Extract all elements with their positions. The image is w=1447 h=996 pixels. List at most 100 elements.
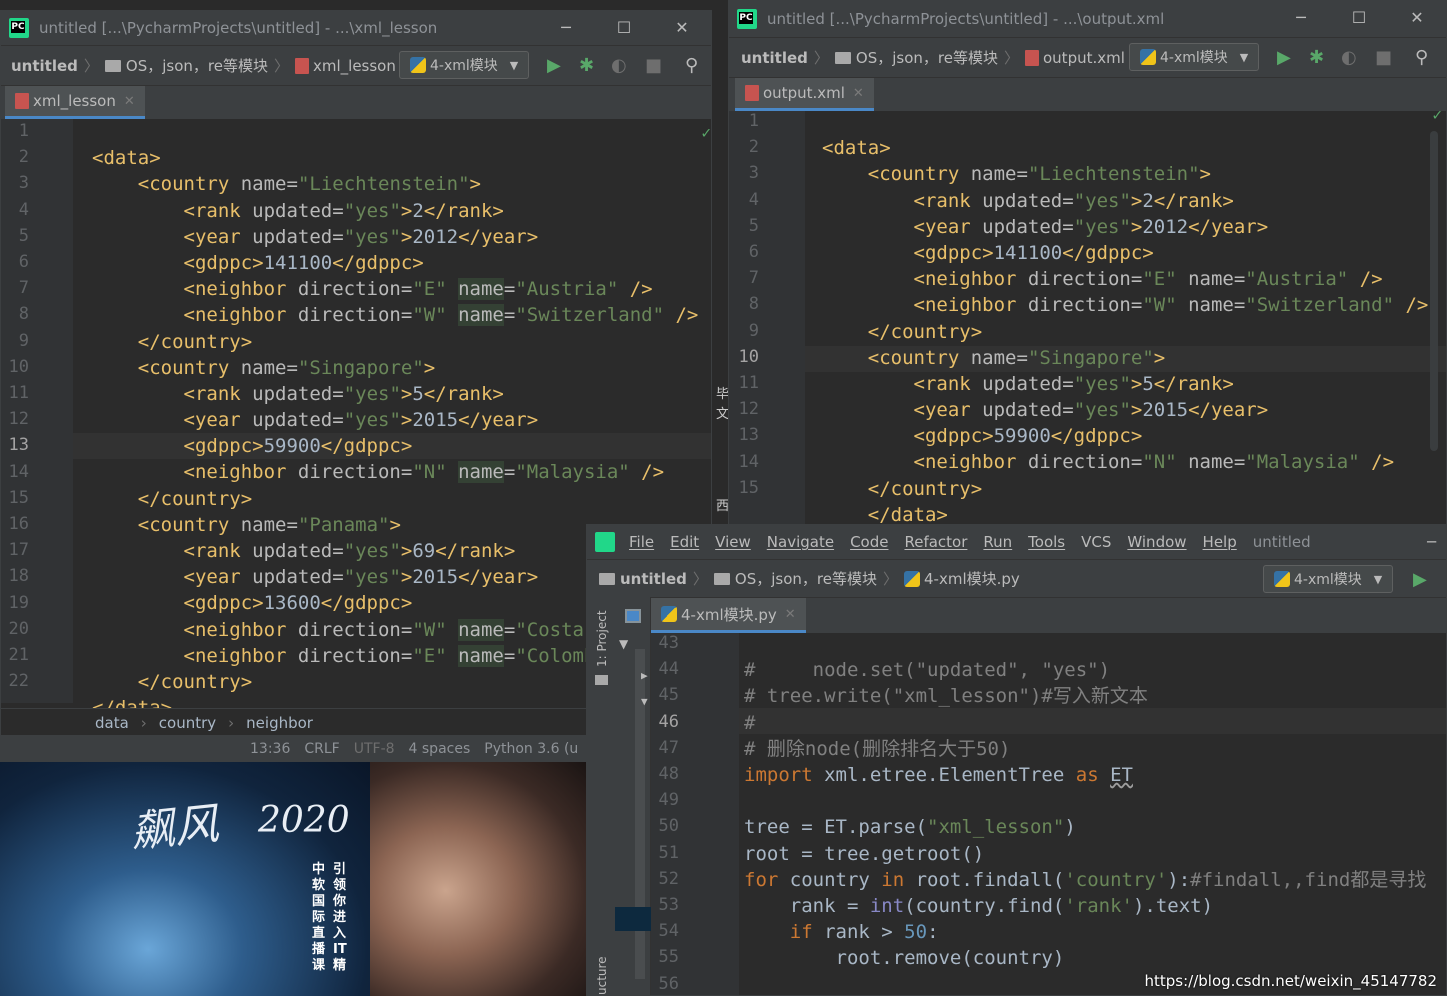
chevron-down-icon: ▼ bbox=[509, 58, 519, 72]
status-caret-position[interactable]: 13:36 bbox=[250, 741, 290, 757]
close-button[interactable]: ✕ bbox=[653, 11, 711, 45]
coverage-icon[interactable]: ◐ bbox=[611, 55, 627, 76]
run-icon[interactable]: ▶ bbox=[547, 55, 561, 76]
nav-folder[interactable]: OS，json，re等模块 bbox=[126, 55, 268, 76]
breadcrumb-data[interactable]: data bbox=[95, 714, 129, 732]
project-view-icon[interactable] bbox=[625, 609, 641, 623]
stop-icon[interactable]: ■ bbox=[645, 55, 662, 76]
line-number: 8 bbox=[748, 294, 759, 315]
line-number: 10 bbox=[738, 346, 759, 367]
code-editor[interactable]: 1 2 3 4 5 6 7 8 9 10 11 12 13 14 15 <data> <country na… bbox=[729, 105, 1446, 527]
nav-file[interactable]: 4-xml模块.py bbox=[924, 568, 1020, 589]
coverage-icon[interactable]: ◐ bbox=[1341, 47, 1357, 68]
inspection-ok-icon: ✓ bbox=[701, 123, 711, 142]
stop-icon[interactable]: ■ bbox=[1375, 47, 1392, 68]
menu-navigate[interactable]: Navigate bbox=[767, 533, 834, 551]
nav-folder[interactable]: OS，json，re等模块 bbox=[735, 568, 877, 589]
run-icon[interactable]: ▶ bbox=[1277, 47, 1291, 68]
debug-icon[interactable]: ✱ bbox=[1309, 47, 1324, 68]
editor-tabs: xml_lesson ✕ bbox=[1, 85, 711, 119]
tab-4-xml-py[interactable]: 4-xml模块.py ✕ bbox=[651, 598, 806, 633]
nav-project[interactable]: untitled bbox=[741, 49, 808, 67]
menu-vcs[interactable]: VCS bbox=[1081, 533, 1111, 551]
xml-file-icon bbox=[15, 93, 29, 109]
status-indent[interactable]: 4 spaces bbox=[409, 741, 471, 757]
nav-file[interactable]: output.xml bbox=[1043, 49, 1125, 67]
maximize-button[interactable]: ☐ bbox=[1330, 1, 1388, 35]
project-tool-button[interactable]: 1: Project bbox=[595, 610, 609, 667]
line-number: 13 bbox=[8, 435, 29, 456]
line-number: 53 bbox=[658, 895, 679, 915]
python-file-icon bbox=[904, 570, 920, 587]
breadcrumb-country[interactable]: country bbox=[159, 714, 216, 732]
run-icon[interactable]: ▶ bbox=[1413, 569, 1427, 590]
line-number: 3 bbox=[18, 173, 29, 194]
status-line-ending[interactable]: CRLF bbox=[304, 741, 339, 757]
folder-icon bbox=[599, 572, 615, 585]
wallpaper-image: 飙风 2020 中软国际直播课 引领你进入IT精 bbox=[0, 762, 370, 996]
line-number: 20 bbox=[8, 618, 29, 639]
window-title: untitled [...\PycharmProjects\untitled] … bbox=[767, 10, 1165, 28]
editor-tabs: output.xml ✕ bbox=[729, 77, 1446, 111]
code-editor[interactable]: ▶ ▼ 43 44 45 46 47 48 49 50 51 52 53 54 55 56 # node.s… bbox=[641, 633, 1446, 995]
run-config-select[interactable]: 4-xml模块 ▼ bbox=[1263, 565, 1394, 593]
line-number: 14 bbox=[738, 451, 759, 472]
maximize-button[interactable]: ☐ bbox=[595, 11, 653, 45]
nav-folder[interactable]: OS，json，re等模块 bbox=[856, 47, 998, 68]
line-number: 2 bbox=[18, 147, 29, 168]
run-config-select[interactable]: 4-xml模块 ▼ bbox=[1129, 43, 1260, 71]
line-number: 15 bbox=[738, 477, 759, 498]
menu-file[interactable]: File bbox=[629, 533, 654, 551]
line-number: 50 bbox=[658, 816, 679, 837]
tab-xml-lesson[interactable]: xml_lesson ✕ bbox=[5, 86, 145, 119]
line-number: 7 bbox=[18, 278, 29, 299]
navigation-bar: untitled 〉 OS，json，re等模块 〉 4-xml模块.py 4-… bbox=[587, 559, 1446, 597]
close-button[interactable]: ✕ bbox=[1388, 1, 1446, 35]
minimize-button[interactable]: ─ bbox=[1427, 533, 1436, 551]
status-encoding[interactable]: UTF-8 bbox=[354, 741, 395, 757]
line-number: 12 bbox=[738, 399, 759, 420]
tab-output-xml[interactable]: output.xml ✕ bbox=[735, 78, 874, 111]
line-number: 1 bbox=[18, 121, 29, 141]
xml-file-icon bbox=[295, 57, 309, 74]
menu-edit[interactable]: Edit bbox=[670, 533, 699, 551]
line-number: 51 bbox=[658, 842, 679, 863]
minimize-button[interactable]: ─ bbox=[1272, 1, 1330, 35]
menu-window[interactable]: Window bbox=[1127, 533, 1186, 551]
line-number: 56 bbox=[658, 973, 679, 994]
menu-code[interactable]: Code bbox=[850, 533, 888, 551]
line-number: 54 bbox=[658, 921, 679, 942]
project-panel-strip: ▼ bbox=[615, 597, 651, 995]
inspection-ok-icon: ✓ bbox=[1432, 105, 1442, 124]
nav-project[interactable]: untitled bbox=[11, 57, 78, 75]
status-interpreter[interactable]: Python 3.6 (u bbox=[484, 741, 578, 757]
menu-help[interactable]: Help bbox=[1203, 533, 1237, 551]
close-tab-icon[interactable]: ✕ bbox=[785, 607, 796, 622]
line-number: 1 bbox=[748, 111, 759, 131]
expand-arrow-icon[interactable]: ▼ bbox=[619, 637, 628, 651]
titlebar: untitled [...\PycharmProjects\untitled] … bbox=[1, 11, 711, 45]
python-icon bbox=[1140, 49, 1156, 65]
menu-tools[interactable]: Tools bbox=[1028, 533, 1065, 551]
pycharm-logo-icon bbox=[595, 532, 615, 552]
nav-file[interactable]: xml_lesson bbox=[313, 57, 396, 75]
breadcrumb-neighbor[interactable]: neighbor bbox=[246, 714, 313, 732]
close-tab-icon[interactable]: ✕ bbox=[853, 86, 864, 101]
menu-refactor[interactable]: Refactor bbox=[904, 533, 967, 551]
scrollbar[interactable] bbox=[1430, 131, 1438, 451]
debug-icon[interactable]: ✱ bbox=[579, 55, 594, 76]
search-icon[interactable]: ⚲ bbox=[685, 55, 698, 76]
menu-view[interactable]: View bbox=[715, 533, 751, 551]
line-number: 5 bbox=[18, 225, 29, 246]
chevron-down-icon: ▼ bbox=[1373, 572, 1383, 586]
search-icon[interactable]: ⚲ bbox=[1415, 47, 1428, 68]
minimize-button[interactable]: ─ bbox=[537, 11, 595, 45]
selected-row bbox=[615, 907, 651, 931]
line-number: 52 bbox=[658, 868, 679, 889]
close-tab-icon[interactable]: ✕ bbox=[124, 94, 135, 109]
menu-run[interactable]: Run bbox=[983, 533, 1012, 551]
run-config-select[interactable]: 4-xml模块 ▼ bbox=[399, 51, 530, 79]
nav-project[interactable]: untitled bbox=[620, 570, 687, 588]
structure-tool-button[interactable]: ucture bbox=[595, 956, 609, 995]
line-number: 9 bbox=[18, 330, 29, 351]
